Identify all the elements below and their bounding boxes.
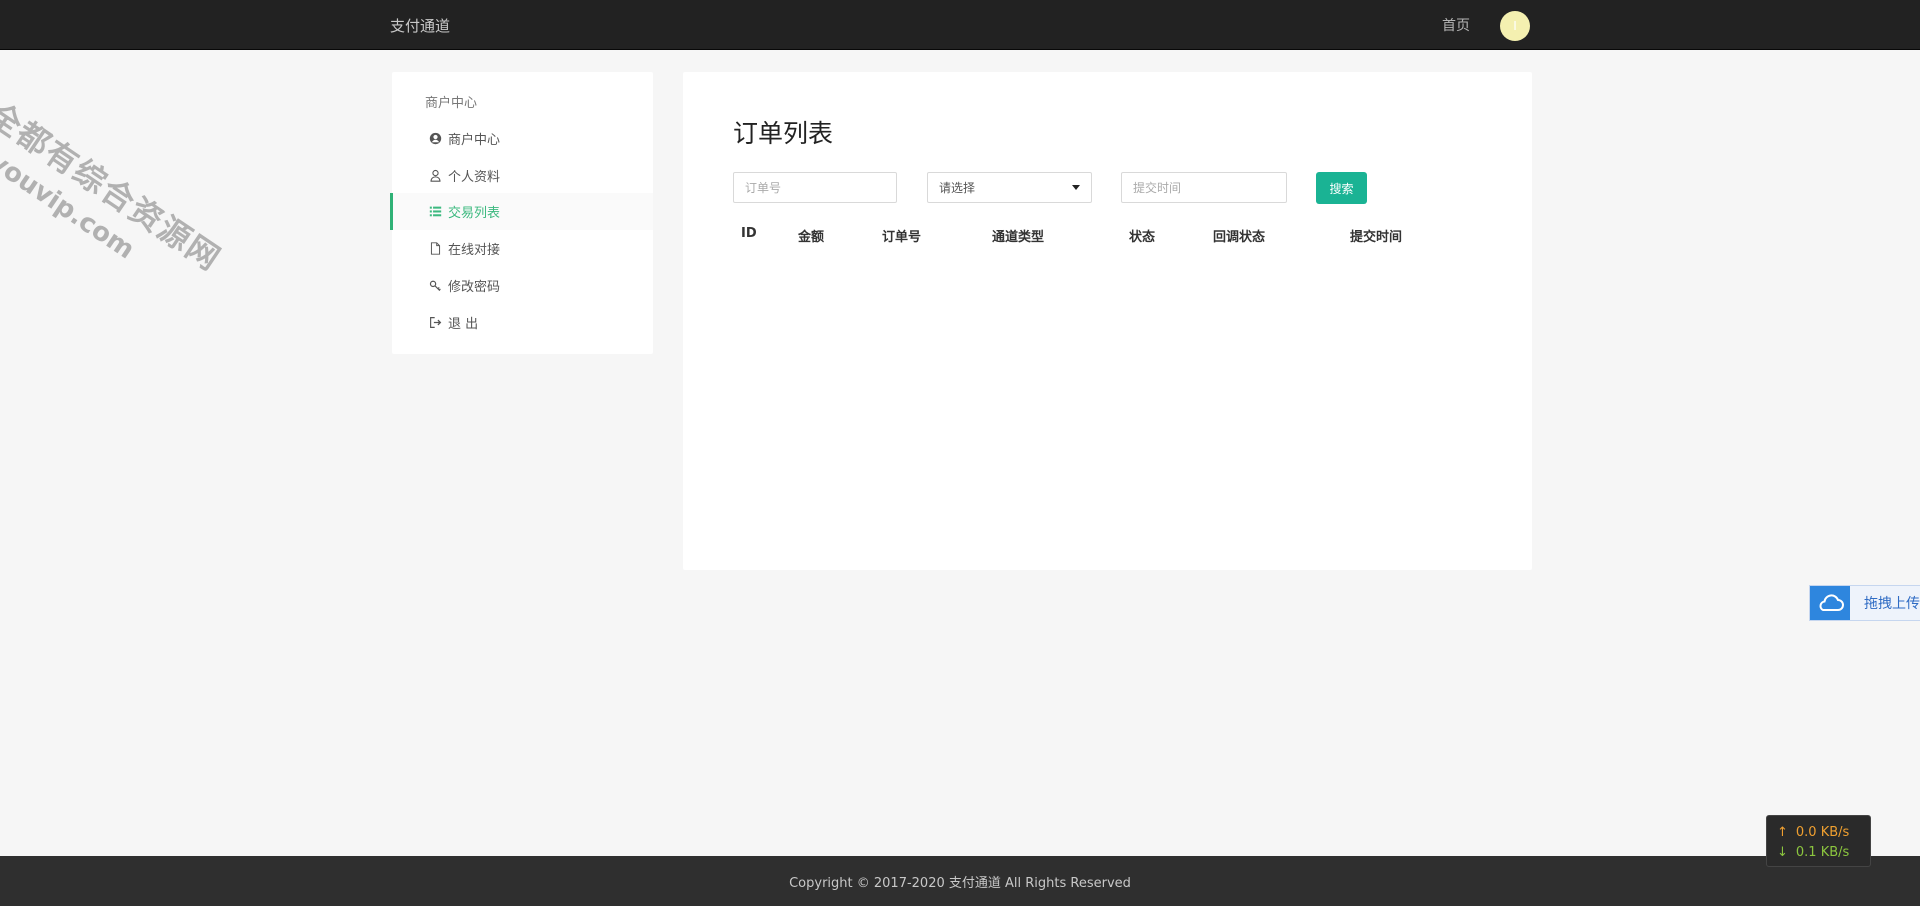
sidebar-title: 商户中心 [425,96,478,111]
footer: Copyright © 2017-2020 支付通道 All Rights Re… [0,856,1920,906]
sidebar-item-label: 退 出 [448,317,479,332]
download-speed: 0.1 KB/s [1795,844,1850,860]
sidebar-item-logout[interactable]: 退 出 [392,304,653,341]
cloud-upload-icon [1810,586,1850,620]
watermark: 全都有综合资源网 douyouvip.com [0,90,232,308]
column-header-status[interactable]: 状态 [1129,226,1155,245]
sidebar-item-transactions[interactable]: 交易列表 [390,193,653,230]
sidebar-item-label: 在线对接 [448,243,501,258]
select-value: 请选择 [939,181,976,195]
submit-time-input[interactable] [1121,172,1287,203]
arrow-down-icon: ↓ [1777,844,1788,860]
active-indicator [390,193,393,230]
column-header-channel-type[interactable]: 通道类型 [992,226,1044,245]
sidebar-item-label: 个人资料 [448,170,501,185]
order-list-panel: 订单列表 请选择 搜索 ID 金额 订单号 通道类型 状态 回调状态 提交时间 [683,72,1532,570]
key-icon [428,279,442,293]
avatar-initial: I [1513,19,1517,33]
arrow-up-icon: ↑ [1777,824,1788,840]
order-number-input[interactable] [733,172,897,203]
sidebar: 商户中心 商户中心 个人资料 交易列表 在线对接 修改密码 退 出 [390,72,653,354]
caret-down-icon [1072,185,1080,190]
upload-speed: 0.0 KB/s [1795,824,1850,840]
nav-home-link[interactable]: 首页 [1442,15,1470,35]
column-header-submit-time[interactable]: 提交时间 [1350,226,1402,245]
avatar[interactable]: I [1500,11,1530,41]
column-header-id[interactable]: ID [741,226,757,241]
list-icon [428,205,442,219]
column-header-callback-status[interactable]: 回调状态 [1213,226,1265,245]
sidebar-item-profile[interactable]: 个人资料 [392,157,653,194]
search-button[interactable]: 搜索 [1316,172,1367,204]
drag-upload-widget[interactable]: 拖拽上传 [1809,585,1920,621]
upload-label: 拖拽上传 [1864,596,1920,612]
copyright-text: Copyright © 2017-2020 支付通道 All Rights Re… [789,875,1131,891]
watermark-cn: 全都有综合资源网 [0,94,229,279]
sidebar-item-merchant-center[interactable]: 商户中心 [392,120,653,157]
user-circle-icon [428,132,442,146]
sidebar-item-label: 商户中心 [448,133,501,148]
sign-out-icon [428,316,442,330]
page-title: 订单列表 [733,119,834,148]
column-header-amount[interactable]: 金额 [798,226,824,245]
user-icon [428,169,442,183]
channel-type-select[interactable]: 请选择 [927,172,1092,203]
top-navbar: 支付通道 首页 I [0,0,1920,50]
sidebar-item-integration[interactable]: 在线对接 [392,230,653,267]
sidebar-item-change-password[interactable]: 修改密码 [392,267,653,304]
column-header-order-number[interactable]: 订单号 [882,226,921,245]
table-header: ID 金额 订单号 通道类型 状态 回调状态 提交时间 [683,226,1532,246]
network-speed-widget: ↑ 0.0 KB/s ↓ 0.1 KB/s [1766,815,1871,867]
brand-link[interactable]: 支付通道 [390,15,450,36]
sidebar-item-label: 交易列表 [448,206,501,221]
document-icon [428,242,442,256]
sidebar-item-label: 修改密码 [448,280,501,295]
watermark-en: douyouvip.com [0,115,140,266]
